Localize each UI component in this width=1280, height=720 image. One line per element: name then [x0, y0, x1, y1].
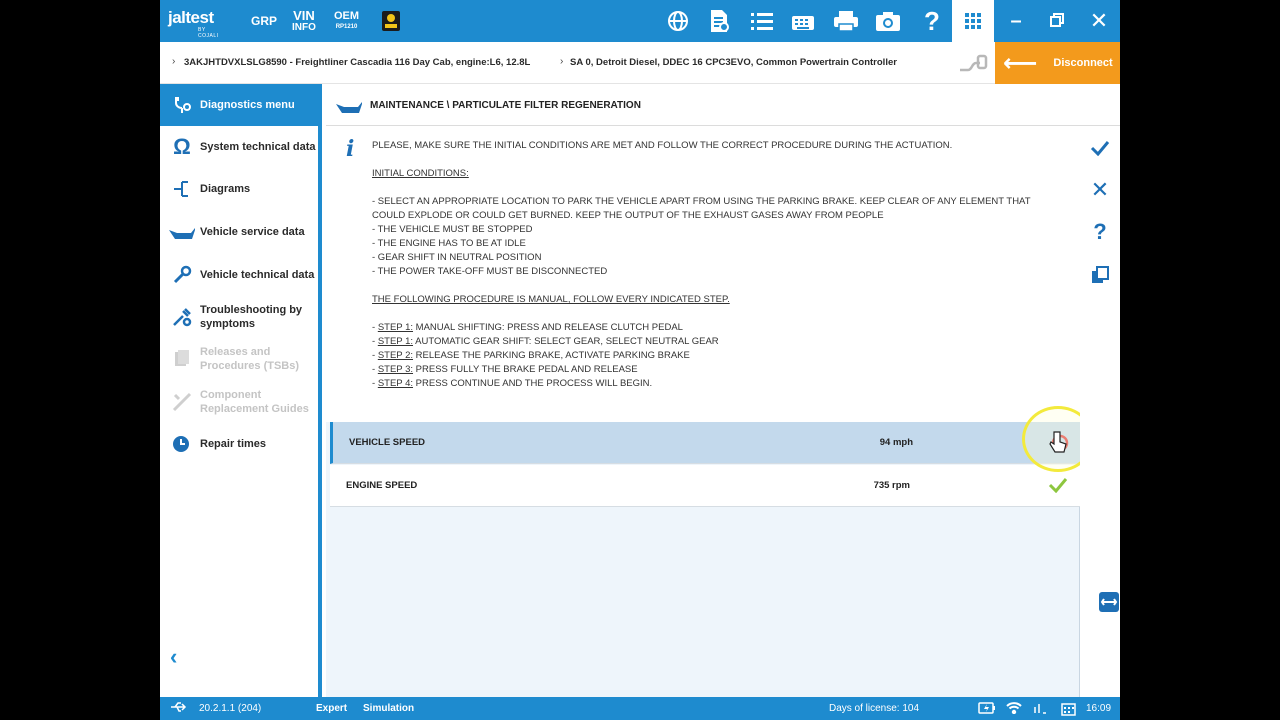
conditions-title: INITIAL CONDITIONS:	[372, 168, 469, 179]
sidebar-item-repair-times[interactable]: Repair times	[160, 423, 318, 465]
oil-can-icon	[164, 224, 200, 240]
grp-button[interactable]: GRP	[251, 15, 277, 27]
top-toolbar: jaltest BY COJALI GRP VIN INFO OEM RP121…	[160, 0, 1120, 42]
condition-line: - SELECT AN APPROPRIATE LOCATION TO PARK…	[372, 196, 1031, 207]
parameter-row-engine-speed[interactable]: ENGINE SPEED 735 rpm	[330, 465, 1080, 507]
procedure-step: - STEP 1: AUTOMATIC GEAR SHIFT: SELECT G…	[372, 336, 719, 347]
remote-support-icon[interactable]	[1098, 588, 1120, 616]
connection-plug-icon	[958, 52, 988, 79]
condition-line: - THE ENGINE HAS TO BE AT IDLE	[372, 238, 526, 249]
sidebar: Diagnostics menu Ω System technical data…	[160, 84, 322, 697]
help-icon[interactable]: ?	[1086, 218, 1114, 246]
condition-line: - THE VEHICLE MUST BE STOPPED	[372, 224, 533, 235]
sidebar-item-system-technical-data[interactable]: Ω System technical data	[160, 126, 318, 168]
oil-can-icon	[334, 98, 364, 119]
globe-icon[interactable]	[665, 8, 691, 34]
usb-icon	[170, 701, 188, 716]
breadcrumb-system[interactable]: SA 0, Detroit Diesel, DDEC 16 CPC3EVO, C…	[570, 57, 897, 68]
page-header: MAINTENANCE \ PARTICULATE FILTER REGENER…	[326, 84, 1120, 126]
minimize-icon[interactable]: –	[1003, 8, 1029, 34]
main-content: i PLEASE, MAKE SURE THE INITIAL CONDITIO…	[326, 126, 1080, 697]
ok-check-icon	[1048, 477, 1068, 498]
simulation-text: Simulation	[363, 703, 415, 714]
help-icon[interactable]: ?	[919, 6, 945, 36]
arrow-left-icon: ⟵	[1003, 49, 1038, 77]
sidebar-item-releases-procedures: Releases and Procedures (TSBs)	[160, 338, 318, 380]
oem-rp1210-button[interactable]: OEM RP1210	[334, 11, 359, 31]
diagnostics-icon	[164, 95, 200, 115]
sidebar-item-diagnostics-menu[interactable]: Diagnostics menu	[160, 84, 318, 126]
procedure-step: - STEP 1: MANUAL SHIFTING: PRESS AND REL…	[372, 322, 683, 333]
documents-icon	[164, 349, 200, 369]
troubleshoot-icon	[164, 306, 200, 328]
chevron-right-icon: ›	[560, 56, 564, 67]
clock-text: 16:09	[1086, 703, 1112, 714]
signal-icon	[1033, 701, 1047, 718]
procedure-step: - STEP 4: PRESS CONTINUE AND THE PROCESS…	[372, 378, 653, 389]
procedure-title: THE FOLLOWING PROCEDURE IS MANUAL, FOLLO…	[372, 294, 730, 305]
collapse-sidebar-icon[interactable]: ‹	[170, 644, 177, 670]
list-icon[interactable]	[749, 8, 775, 34]
breadcrumb: › 3AKJHTDVXLSLG8590 - Freightliner Casca…	[160, 42, 1120, 84]
cancel-icon[interactable]: ✕	[1086, 176, 1114, 204]
keyboard-icon[interactable]	[790, 8, 816, 34]
parameter-value: 94 mph	[879, 437, 913, 448]
jaltest-window: jaltest BY COJALI GRP VIN INFO OEM RP121…	[160, 0, 1120, 720]
parameter-value: 735 rpm	[873, 480, 910, 491]
mode-text: Expert	[316, 703, 348, 714]
apps-grid-icon[interactable]	[952, 0, 994, 42]
page-title: MAINTENANCE \ PARTICULATE FILTER REGENER…	[370, 100, 641, 111]
chevron-right-icon: ›	[172, 56, 176, 67]
ohm-icon: Ω	[173, 134, 191, 159]
printer-icon[interactable]	[833, 8, 859, 34]
procedure-step: - STEP 3: PRESS FULLY THE BRAKE PEDAL AN…	[372, 364, 638, 375]
condition-line: - THE POWER TAKE-OFF MUST BE DISCONNECTE…	[372, 266, 608, 277]
disconnect-button[interactable]: ⟵ Disconnect	[995, 42, 1120, 84]
condition-line: - GEAR SHIFT IN NEUTRAL POSITION	[372, 252, 542, 263]
parameter-row-vehicle-speed[interactable]: VEHICLE SPEED 94 mph	[330, 422, 1080, 464]
close-icon[interactable]: ✕	[1086, 8, 1112, 34]
license-text: Days of license: 104	[829, 703, 920, 714]
procedure-step: - STEP 2: RELEASE THE PARKING BRAKE, ACT…	[372, 350, 690, 361]
action-rail: ✕ ?	[1080, 126, 1120, 697]
battery-icon	[978, 702, 996, 717]
copy-icon[interactable]	[1086, 261, 1114, 289]
user-badge-icon[interactable]	[378, 8, 404, 34]
sidebar-item-vehicle-service-data[interactable]: Vehicle service data	[160, 211, 318, 253]
camera-icon[interactable]	[875, 8, 901, 34]
intro-text: PLEASE, MAKE SURE THE INITIAL CONDITIONS…	[372, 140, 953, 151]
parameter-name: VEHICLE SPEED	[349, 437, 426, 448]
calendar-icon	[1061, 701, 1076, 719]
jaltest-logo: jaltest BY COJALI	[168, 8, 219, 39]
condition-line: COULD EXPLODE OR COULD GET BURNED. KEEP …	[372, 210, 884, 221]
sidebar-item-vehicle-technical-data[interactable]: Vehicle technical data	[160, 254, 318, 296]
wifi-icon	[1006, 701, 1022, 717]
version-text: 20.2.1.1 (204)	[199, 703, 262, 714]
info-icon: i	[346, 136, 355, 162]
sidebar-item-troubleshooting[interactable]: Troubleshooting by symptoms	[160, 296, 318, 338]
status-bar: 20.2.1.1 (204) Expert Simulation Days of…	[160, 697, 1120, 720]
sidebar-item-diagrams[interactable]: Diagrams	[160, 168, 318, 210]
tools-icon	[164, 391, 200, 413]
diagram-icon	[164, 179, 200, 199]
clock-icon	[164, 434, 200, 454]
confirm-icon[interactable]	[1086, 134, 1114, 162]
report-icon[interactable]	[706, 8, 732, 34]
sidebar-item-component-replacement-guides: Component Replacement Guides	[160, 381, 318, 423]
breadcrumb-vehicle[interactable]: 3AKJHTDVXLSLG8590 - Freightliner Cascadi…	[184, 57, 530, 68]
parameter-name: ENGINE SPEED	[346, 480, 418, 491]
restore-icon[interactable]	[1044, 8, 1070, 34]
vin-info-button[interactable]: VIN INFO	[292, 9, 316, 33]
instructions-panel: i PLEASE, MAKE SURE THE INITIAL CONDITIO…	[326, 126, 1080, 422]
wrench-icon	[164, 265, 200, 285]
